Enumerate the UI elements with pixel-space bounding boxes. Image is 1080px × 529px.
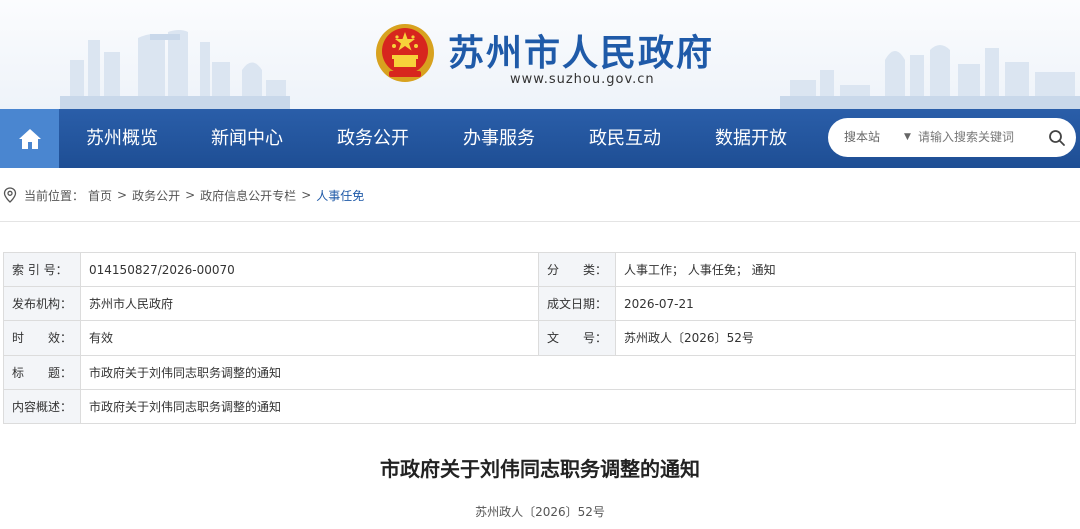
- table-row: 内容概述： 市政府关于刘伟同志职务调整的通知: [2, 388, 1076, 424]
- date-label: 成文日期：: [538, 286, 617, 322]
- dropdown-caret-icon[interactable]: ▼: [904, 118, 911, 157]
- site-title[interactable]: 苏州市人民政府: [448, 24, 714, 76]
- breadcrumb: 当前位置： 首页 > 政务公开 > 政府信息公开专栏 > 人事任免: [0, 183, 364, 207]
- skyline-left-illustration: [60, 30, 290, 109]
- table-row: 发布机构： 苏州市人民政府 成文日期： 2026-07-21: [2, 286, 1076, 322]
- title-label: 标 题：: [2, 354, 82, 390]
- docno-value: 苏州政人〔2026〕52号: [615, 320, 1076, 356]
- table-row: 时 效： 有效 文 号： 苏州政人〔2026〕52号: [2, 320, 1076, 356]
- summary-value: 市政府关于刘伟同志职务调整的通知: [80, 388, 1076, 424]
- breadcrumb-link-info-column[interactable]: 政府信息公开专栏: [200, 187, 296, 204]
- nav-home-button[interactable]: [0, 109, 59, 168]
- national-emblem-icon: [376, 24, 434, 82]
- breadcrumb-prefix: 当前位置：: [24, 188, 85, 203]
- table-row: 标 题： 市政府关于刘伟同志职务调整的通知: [2, 354, 1076, 390]
- nav-item-interaction[interactable]: 政民互动: [589, 109, 661, 168]
- nav-item-news[interactable]: 新闻中心: [211, 109, 283, 168]
- breadcrumb-separator: >: [117, 188, 128, 202]
- site-url[interactable]: www.suzhou.gov.cn: [510, 72, 655, 87]
- index-value: 014150827/2026-00070: [80, 251, 540, 288]
- search-scope-select[interactable]: 搜本站: [844, 118, 880, 157]
- search-icon[interactable]: [1048, 129, 1066, 147]
- validity-value: 有效: [80, 320, 540, 356]
- main-nav: 苏州概览 新闻中心 政务公开 办事服务 政民互动 数据开放 搜本站 ▼: [0, 109, 1080, 168]
- breadcrumb-separator: >: [185, 188, 196, 202]
- publisher-value: 苏州市人民政府: [80, 286, 540, 322]
- index-label: 索 引 号：: [2, 251, 82, 288]
- summary-label: 内容概述：: [2, 388, 82, 424]
- nav-item-open-data[interactable]: 数据开放: [715, 109, 787, 168]
- category-value: 人事工作； 人事任免； 通知: [615, 251, 1076, 288]
- divider: [0, 221, 1080, 222]
- search-box: 搜本站 ▼: [828, 118, 1076, 157]
- publisher-label: 发布机构：: [2, 286, 82, 322]
- breadcrumb-current[interactable]: 人事任免: [316, 187, 364, 204]
- document-info-table: 索 引 号： 014150827/2026-00070 分 类： 人事工作； 人…: [2, 251, 1076, 424]
- category-label: 分 类：: [538, 251, 617, 288]
- docno-label: 文 号：: [538, 320, 617, 356]
- breadcrumb-link-home[interactable]: 首页: [88, 187, 112, 204]
- document-title: 市政府关于刘伟同志职务调整的通知: [380, 457, 700, 481]
- nav-item-services[interactable]: 办事服务: [463, 109, 535, 168]
- breadcrumb-link-gov-affairs[interactable]: 政务公开: [132, 187, 180, 204]
- skyline-right-illustration: [780, 45, 1080, 109]
- document-number: 苏州政人〔2026〕52号: [475, 505, 605, 519]
- nav-item-overview[interactable]: 苏州概览: [86, 109, 158, 168]
- location-pin-icon: [3, 187, 17, 203]
- nav-item-gov-affairs[interactable]: 政务公开: [337, 109, 409, 168]
- validity-label: 时 效：: [2, 320, 82, 356]
- search-input[interactable]: [918, 126, 1038, 148]
- title-value: 市政府关于刘伟同志职务调整的通知: [80, 354, 1076, 390]
- table-row: 索 引 号： 014150827/2026-00070 分 类： 人事工作； 人…: [2, 251, 1076, 288]
- date-value: 2026-07-21: [615, 286, 1076, 322]
- breadcrumb-separator: >: [301, 188, 312, 202]
- home-icon: [18, 128, 41, 149]
- site-header: 苏州市人民政府 www.suzhou.gov.cn: [0, 0, 1080, 109]
